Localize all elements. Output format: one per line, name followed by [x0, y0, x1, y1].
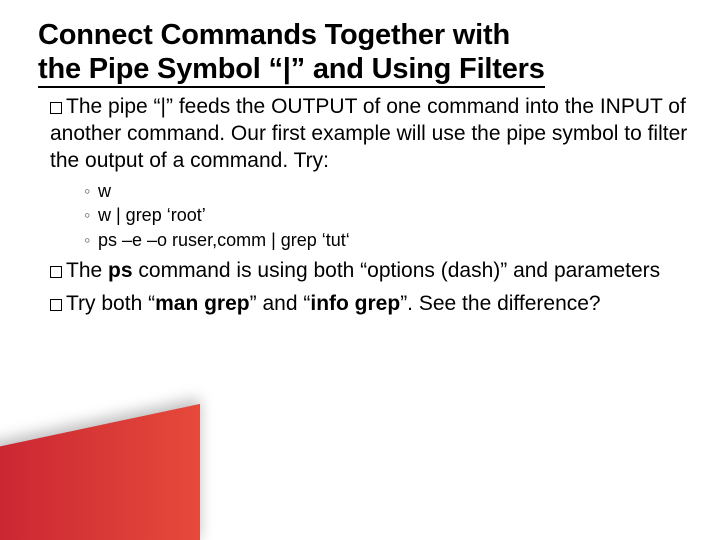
p2-r1: The — [66, 259, 102, 282]
sub-item-2: ◦w | grep ‘root’ — [84, 203, 692, 227]
sub-item-1-text: w — [98, 181, 111, 201]
p3-r3: See the difference? — [419, 292, 601, 315]
p3-r1: Try both — [66, 292, 142, 315]
p2-b1: ps — [108, 259, 133, 282]
sub-item-3-text: ps –e –o ruser,comm | grep ‘tut‘ — [98, 230, 350, 250]
ring-bullet-icon: ◦ — [84, 228, 98, 252]
para-1-run-1: The pipe “|” feeds the OUTPUT of one com… — [50, 95, 687, 172]
slide-title: Connect Commands Together with the Pipe … — [38, 18, 692, 86]
para-2: The ps command is using both “options (d… — [50, 258, 692, 285]
checkbox-icon — [50, 102, 62, 114]
sub-item-1: ◦w — [84, 179, 692, 203]
sub-item-3: ◦ps –e –o ruser,comm | grep ‘tut‘ — [84, 228, 692, 252]
slide-body: The pipe “|” feeds the OUTPUT of one com… — [38, 94, 692, 317]
para-1: The pipe “|” feeds the OUTPUT of one com… — [50, 94, 692, 175]
title-line-2: the Pipe Symbol “|” and Using Filters — [38, 53, 545, 88]
p3-q2: “info grep”. — [303, 292, 413, 315]
checkbox-icon — [50, 266, 62, 278]
para-3: Try both “man grep” and “info grep”. See… — [50, 291, 692, 318]
ring-bullet-icon: ◦ — [84, 179, 98, 203]
ring-bullet-icon: ◦ — [84, 203, 98, 227]
p3-q1: “man grep” — [148, 292, 257, 315]
p2-r2: command is using both “options (dash)” a… — [138, 259, 660, 282]
p3-r2: and — [262, 292, 297, 315]
sub-item-2-text: w | grep ‘root’ — [98, 205, 206, 225]
decorative-wedge — [0, 404, 200, 540]
title-line-1: Connect Commands Together with — [38, 19, 510, 51]
p3-b2: info grep — [310, 292, 400, 315]
sublist: ◦w ◦w | grep ‘root’ ◦ps –e –o ruser,comm… — [84, 179, 692, 252]
p3-b1: man grep — [155, 292, 250, 315]
checkbox-icon — [50, 299, 62, 311]
